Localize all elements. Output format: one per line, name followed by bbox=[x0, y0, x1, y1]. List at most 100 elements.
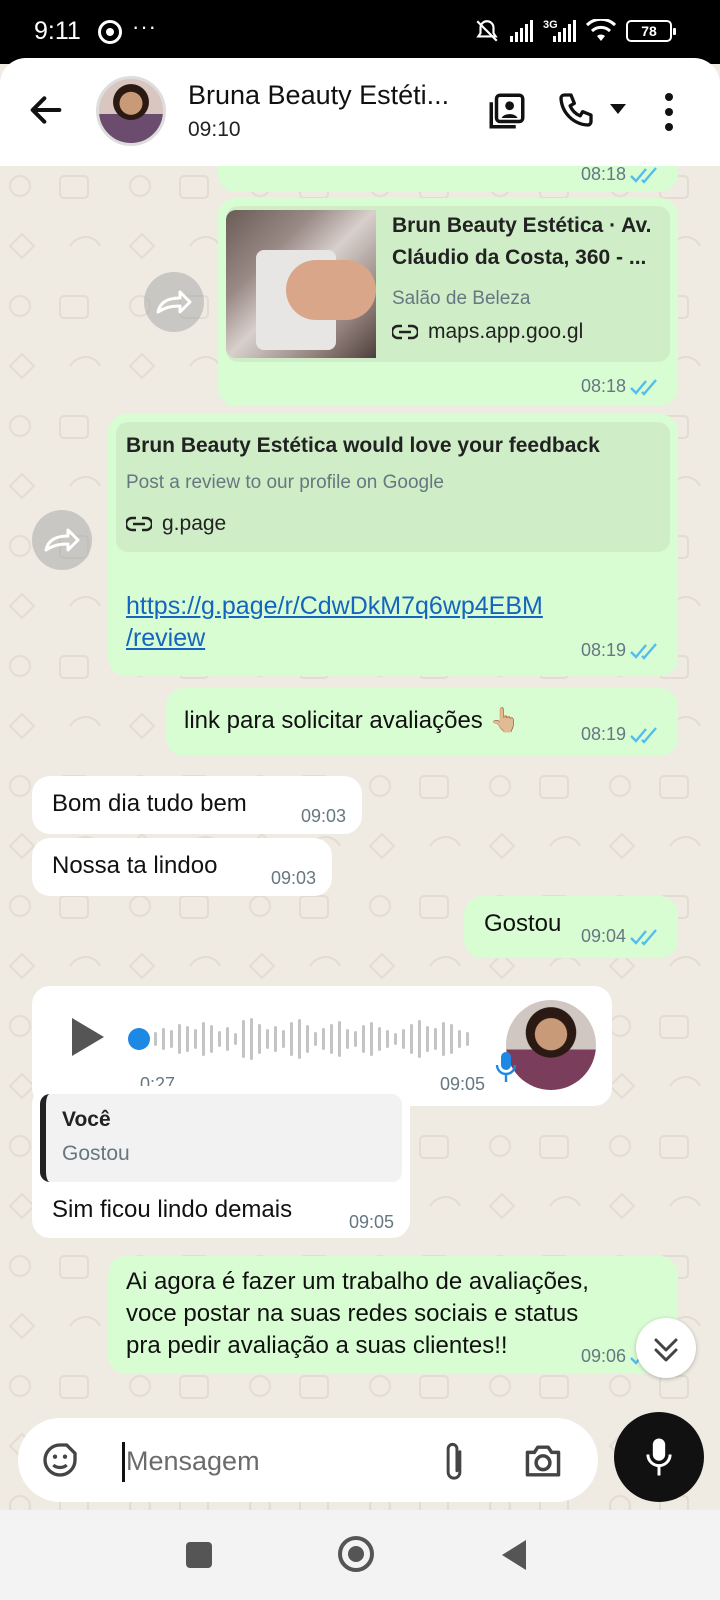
waveform-bar bbox=[418, 1020, 421, 1058]
more-vertical-icon[interactable] bbox=[664, 92, 674, 132]
message-bubble-outgoing[interactable]: 08:18 bbox=[218, 166, 678, 192]
chat-area[interactable]: 08:18 Brun Beauty Estética · Av. Cláudio… bbox=[0, 166, 720, 1510]
home-button[interactable] bbox=[338, 1536, 374, 1572]
back-arrow-icon[interactable] bbox=[26, 90, 66, 130]
audio-progress-dot[interactable] bbox=[128, 1028, 150, 1050]
mic-icon bbox=[646, 1438, 672, 1476]
quote-author: Você bbox=[62, 1108, 111, 1131]
waveform-bar bbox=[282, 1030, 285, 1048]
text-caret bbox=[122, 1442, 125, 1482]
forward-icon bbox=[156, 290, 192, 314]
attach-icon[interactable] bbox=[436, 1440, 472, 1484]
waveform-bar bbox=[306, 1025, 309, 1053]
waveform-bar bbox=[290, 1022, 293, 1056]
message-bubble-outgoing[interactable]: Brun Beauty Estética would love your fee… bbox=[108, 414, 678, 676]
waveform-bar bbox=[250, 1018, 253, 1060]
play-icon[interactable] bbox=[70, 1016, 106, 1058]
forward-button[interactable] bbox=[144, 272, 204, 332]
link-domain-text: maps.app.goo.gl bbox=[428, 320, 584, 343]
last-seen: 09:10 bbox=[188, 118, 241, 141]
message-bubble-incoming[interactable]: Nossa ta lindoo 09:03 bbox=[32, 838, 332, 896]
message-time: 09:05 bbox=[348, 1212, 394, 1232]
message-bubble-outgoing[interactable]: Ai agora é fazer um trabalho de avaliaçõ… bbox=[108, 1256, 678, 1374]
waveform-bar bbox=[370, 1022, 373, 1056]
message-time: 08:18 bbox=[580, 166, 626, 184]
link-preview-card[interactable]: Brun Beauty Estética would love your fee… bbox=[116, 422, 670, 552]
message-input[interactable]: Mensagem bbox=[126, 1446, 260, 1477]
read-ticks-icon bbox=[630, 727, 657, 744]
link-title-line1: Brun Beauty Estética · Av. bbox=[392, 214, 652, 237]
waveform-bar bbox=[354, 1031, 357, 1047]
link-icon bbox=[126, 516, 152, 532]
message-time: 09:06 bbox=[580, 1346, 626, 1366]
message-bubble-incoming[interactable]: Você Gostou Sim ficou lindo demais 09:05 bbox=[32, 1086, 410, 1238]
waveform-bar bbox=[314, 1032, 317, 1046]
contact-name[interactable]: Bruna Beauty Estéti... bbox=[188, 80, 449, 111]
read-ticks-icon bbox=[630, 379, 657, 396]
signal-icon bbox=[510, 20, 533, 42]
mic-icon bbox=[495, 1052, 517, 1082]
waveform-bar bbox=[258, 1024, 261, 1054]
message-bubble-outgoing[interactable]: Brun Beauty Estética · Av. Cláudio da Co… bbox=[218, 198, 678, 406]
camera-icon[interactable] bbox=[522, 1442, 564, 1480]
message-time: 08:18 bbox=[580, 376, 626, 396]
message-line: voce postar na suas redes sociais e stat… bbox=[126, 1300, 579, 1327]
waveform-bar bbox=[194, 1029, 197, 1049]
message-bubble-outgoing[interactable]: Gostou 09:04 bbox=[464, 896, 678, 958]
waveform-bar bbox=[394, 1033, 397, 1045]
contact-card-icon[interactable] bbox=[486, 90, 528, 132]
waveform-bar bbox=[162, 1028, 165, 1050]
link-preview-card[interactable]: Brun Beauty Estética · Av. Cláudio da Co… bbox=[226, 206, 670, 362]
quoted-message[interactable]: Você Gostou bbox=[40, 1094, 402, 1182]
voice-record-button[interactable] bbox=[614, 1412, 704, 1502]
waveform-bar bbox=[346, 1029, 349, 1049]
link-domain[interactable]: maps.app.goo.gl bbox=[392, 320, 583, 344]
system-nav-bar bbox=[0, 1510, 720, 1600]
quote-text: Gostou bbox=[62, 1142, 130, 1165]
waveform-bar bbox=[402, 1029, 405, 1049]
waveform-bar bbox=[170, 1030, 173, 1048]
link-icon bbox=[392, 324, 418, 340]
message-time: 08:19 bbox=[580, 640, 626, 660]
recents-button[interactable] bbox=[186, 1542, 212, 1568]
message-text: Nossa ta lindoo bbox=[52, 852, 218, 879]
chat-header: Bruna Beauty Estéti... 09:10 bbox=[0, 58, 720, 166]
message-composer: Mensagem bbox=[18, 1418, 598, 1502]
audio-waveform[interactable] bbox=[154, 1014, 474, 1064]
waveform-bar bbox=[266, 1029, 269, 1049]
scroll-to-bottom-button[interactable] bbox=[636, 1318, 696, 1378]
message-bubble-outgoing[interactable]: link para solicitar avaliações 👆🏼 08:19 bbox=[166, 688, 678, 756]
phone-icon[interactable] bbox=[556, 90, 596, 130]
review-url[interactable]: https://g.page/r/CdwDkM7q6wp4EBM /review bbox=[126, 590, 543, 654]
waveform-bar bbox=[466, 1032, 469, 1046]
waveform-bar bbox=[330, 1024, 333, 1054]
dropdown-icon[interactable] bbox=[610, 104, 626, 114]
link-description: Post a review to our profile on Google bbox=[126, 472, 444, 493]
review-url-line1[interactable]: https://g.page/r/CdwDkM7q6wp4EBM bbox=[126, 590, 543, 622]
waveform-bar bbox=[434, 1028, 437, 1050]
link-domain[interactable]: g.page bbox=[126, 512, 226, 536]
waveform-bar bbox=[178, 1024, 181, 1054]
sender-avatar bbox=[506, 1000, 596, 1090]
message-text: link para solicitar avaliações 👆🏼 bbox=[184, 707, 520, 734]
back-nav-icon[interactable] bbox=[500, 1538, 528, 1572]
review-url-line2[interactable]: /review bbox=[126, 622, 543, 654]
waveform-bar bbox=[218, 1031, 221, 1047]
sticker-icon[interactable] bbox=[40, 1440, 80, 1480]
link-title: Brun Beauty Estética · Av. Cláudio da Co… bbox=[392, 210, 668, 274]
waveform-bar bbox=[450, 1024, 453, 1054]
waveform-bar bbox=[322, 1028, 325, 1050]
waveform-bar bbox=[242, 1020, 245, 1058]
forward-icon bbox=[44, 528, 80, 552]
waveform-bar bbox=[362, 1025, 365, 1053]
read-ticks-icon bbox=[630, 929, 657, 946]
more-notifications-icon: ··· bbox=[132, 14, 157, 39]
link-title-line2: Cláudio da Costa, 360 - ... bbox=[392, 246, 647, 269]
message-bubble-incoming[interactable]: Bom dia tudo bem 09:03 bbox=[32, 776, 362, 834]
contact-avatar[interactable] bbox=[96, 76, 166, 146]
waveform-bar bbox=[338, 1021, 341, 1057]
waveform-bar bbox=[186, 1026, 189, 1052]
link-category: Salão de Beleza bbox=[392, 288, 531, 309]
network-label: 3G bbox=[543, 19, 558, 31]
forward-button[interactable] bbox=[32, 510, 92, 570]
